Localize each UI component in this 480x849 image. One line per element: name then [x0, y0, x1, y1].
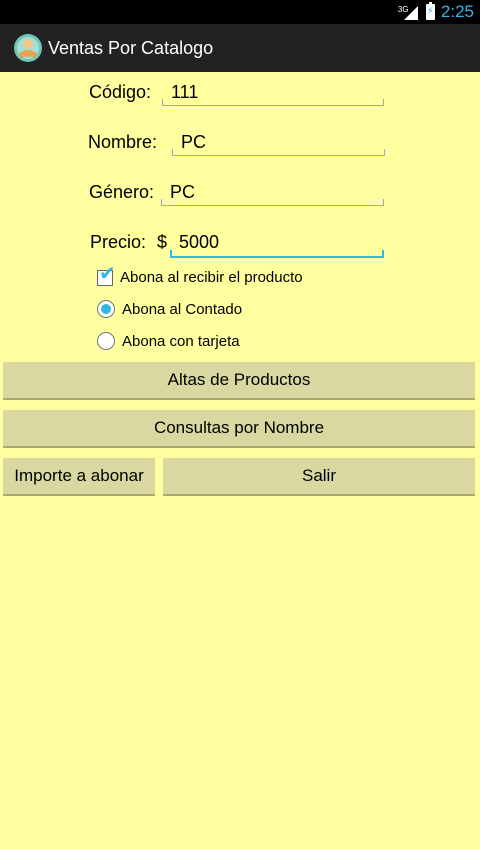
- precio-label: Precio:: [90, 232, 147, 252]
- app-title: Ventas Por Catalogo: [48, 37, 214, 58]
- codigo-underline: [162, 99, 384, 106]
- codigo-label: Código:: [89, 82, 152, 102]
- importe-abonar-button[interactable]: Importe a abonar: [3, 458, 155, 496]
- status-bar: 3G ⚡ 2:25: [0, 0, 480, 24]
- genero-label: Género:: [89, 182, 155, 202]
- abona-contado-label[interactable]: Abona al Contado: [122, 301, 242, 318]
- charging-icon: ⚡: [426, 6, 434, 17]
- abona-tarjeta-label[interactable]: Abona con tarjeta: [122, 333, 240, 350]
- signal-icon: 3G: [398, 4, 420, 20]
- nombre-underline: [172, 149, 385, 156]
- genero-underline: [161, 199, 384, 206]
- radio-selected-dot: [101, 304, 111, 314]
- clock: 2:25: [440, 2, 474, 21]
- abona-tarjeta-radio[interactable]: [97, 332, 115, 350]
- check-icon: ✔: [99, 263, 116, 285]
- status-icons: 3G ⚡ 2:25: [398, 0, 474, 24]
- action-bar: Ventas Por Catalogo: [0, 24, 480, 72]
- nombre-label: Nombre:: [88, 132, 158, 152]
- abona-recibir-label[interactable]: Abona al recibir el producto: [120, 269, 303, 286]
- consultas-nombre-button[interactable]: Consultas por Nombre: [3, 410, 475, 448]
- salir-button[interactable]: Salir: [163, 458, 475, 496]
- altas-productos-button[interactable]: Altas de Productos: [3, 362, 475, 400]
- app-icon[interactable]: [13, 33, 43, 63]
- abona-recibir-checkbox[interactable]: ✔: [97, 264, 116, 286]
- currency-symbol: $: [157, 232, 168, 252]
- battery-icon: ⚡: [425, 2, 435, 20]
- precio-underline: [170, 250, 384, 258]
- abona-contado-radio[interactable]: [97, 300, 115, 318]
- network-type: 3G: [397, 5, 409, 14]
